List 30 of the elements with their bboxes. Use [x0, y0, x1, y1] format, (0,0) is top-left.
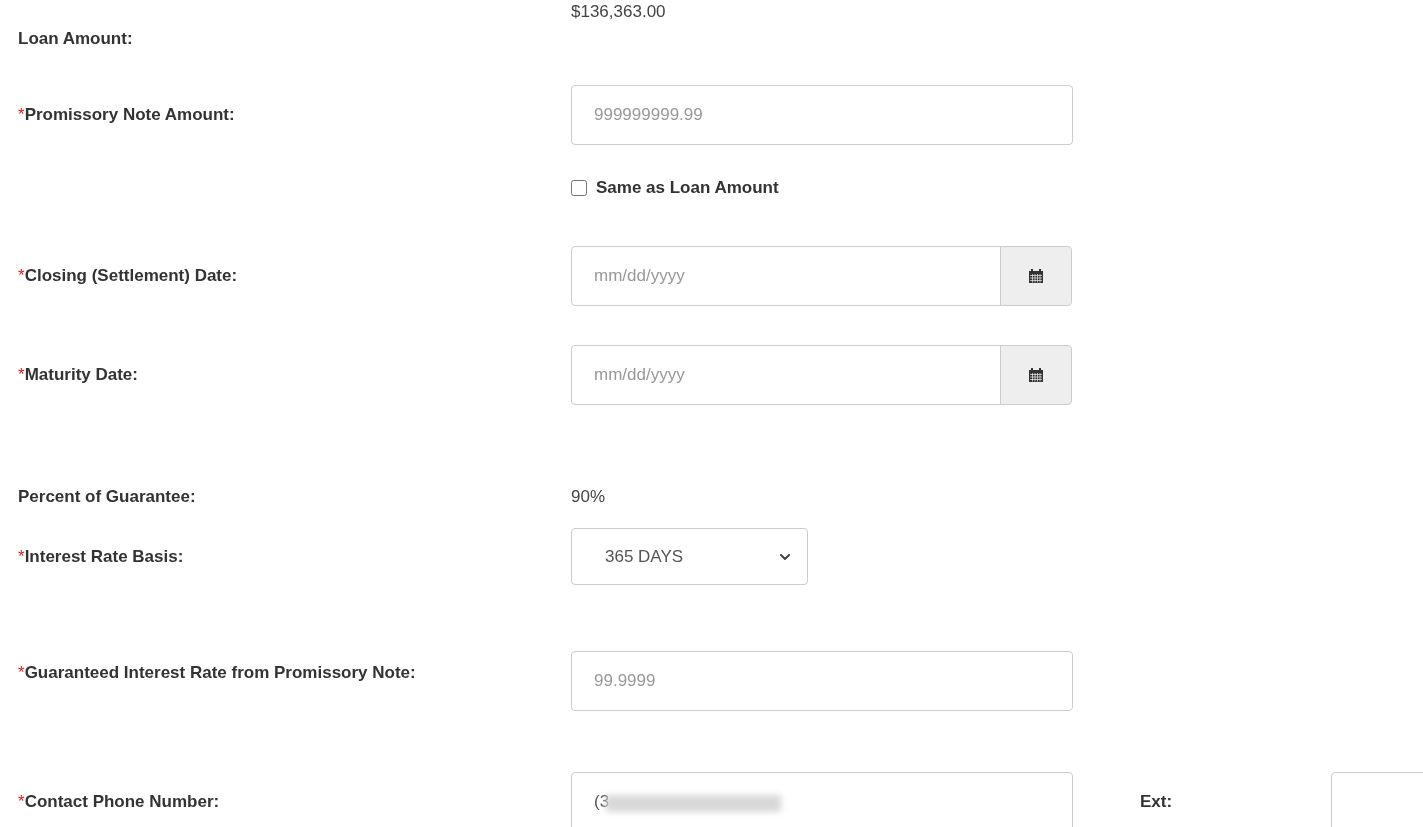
- field-value: $136,363.00: [571, 1, 666, 22]
- required-asterisk: *: [18, 792, 25, 811]
- required-asterisk: *: [18, 365, 25, 384]
- date-field[interactable]: mm/dd/yyyy: [571, 246, 1001, 306]
- calendar-button[interactable]: [1000, 246, 1072, 306]
- required-asterisk: *: [18, 663, 25, 682]
- text-field[interactable]: 99.9999: [571, 651, 1073, 711]
- checkbox-label: Same as Loan Amount: [596, 177, 779, 200]
- phone-value: (3: [594, 791, 610, 814]
- field-label: *Maturity Date:: [18, 365, 138, 384]
- field-label: *Promissory Note Amount:: [18, 105, 235, 124]
- select-dropdown[interactable]: 365 DAYS: [571, 528, 808, 585]
- text-field[interactable]: 999999999.99: [571, 85, 1073, 145]
- required-asterisk: *: [18, 105, 25, 124]
- field-value: 90%: [571, 487, 606, 507]
- checkbox[interactable]: [571, 180, 587, 196]
- field-label: Loan Amount:: [18, 29, 133, 48]
- calendar-button[interactable]: [1000, 345, 1072, 405]
- field-label: *Contact Phone Number:: [18, 792, 220, 811]
- field-label: *Closing (Settlement) Date:: [18, 266, 238, 285]
- date-field[interactable]: mm/dd/yyyy: [571, 345, 1001, 405]
- field-label: *Interest Rate Basis:: [18, 546, 184, 566]
- field-label: *Guaranteed Interest Rate from Promissory Note:: [18, 663, 416, 682]
- phone-field[interactable]: (3: [571, 772, 1073, 827]
- required-asterisk: *: [18, 546, 25, 566]
- field-label: Ext:: [1140, 791, 1173, 814]
- calendar-icon: [1029, 269, 1043, 283]
- calendar-icon: [1029, 368, 1043, 382]
- required-asterisk: *: [18, 266, 25, 285]
- field-label: Percent of Guarantee:: [18, 487, 196, 506]
